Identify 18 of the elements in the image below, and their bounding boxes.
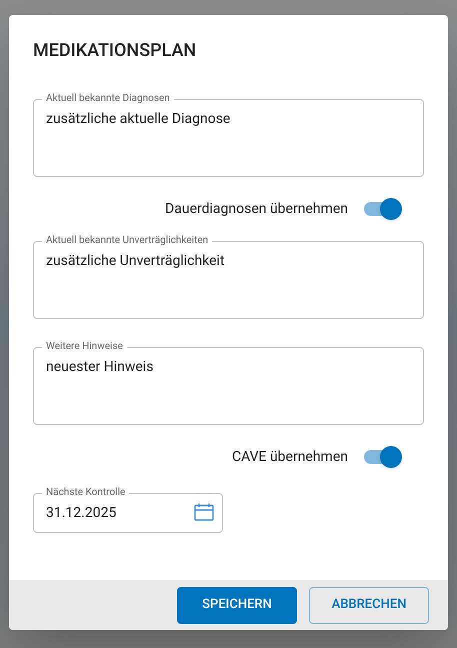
toggle-label: CAVE übernehmen	[232, 448, 348, 466]
field-value: neuester Hinweis	[46, 358, 154, 377]
text-area-field[interactable]: Weitere Hinweise neuester Hinweis	[33, 340, 424, 425]
field-value: zusätzliche Unverträglichkeit	[46, 252, 226, 271]
calendar-icon[interactable]	[194, 503, 214, 521]
date-field[interactable]: Nächste Kontrolle 31.12.2025	[33, 486, 223, 533]
cancel-button[interactable]: ABBRECHEN	[309, 586, 429, 624]
field-value: zusätzliche aktuelle Diagnose	[46, 110, 232, 129]
dialog-title: MEDIKATIONSPLAN	[33, 39, 198, 63]
save-button[interactable]: SPEICHERN	[177, 586, 297, 624]
text-area-field[interactable]: Aktuell bekannte Unverträglichkeiten zusätzliche Unverträglichkeit	[33, 234, 424, 319]
field-label: Nächste Kontrolle	[45, 486, 126, 500]
field-label: Aktuell bekannte Diagnosen	[45, 92, 171, 106]
field-label: Weitere Hinweise	[45, 340, 124, 354]
field-value: 31.12.2025	[46, 504, 116, 523]
text-area-field[interactable]: Aktuell bekannte Diagnosen zusätzliche aktuelle Diagnose	[33, 92, 424, 177]
toggle-label: Dauerdiagnosen übernehmen	[165, 200, 348, 218]
field-label: Aktuell bekannte Unverträglichkeiten	[45, 234, 210, 248]
